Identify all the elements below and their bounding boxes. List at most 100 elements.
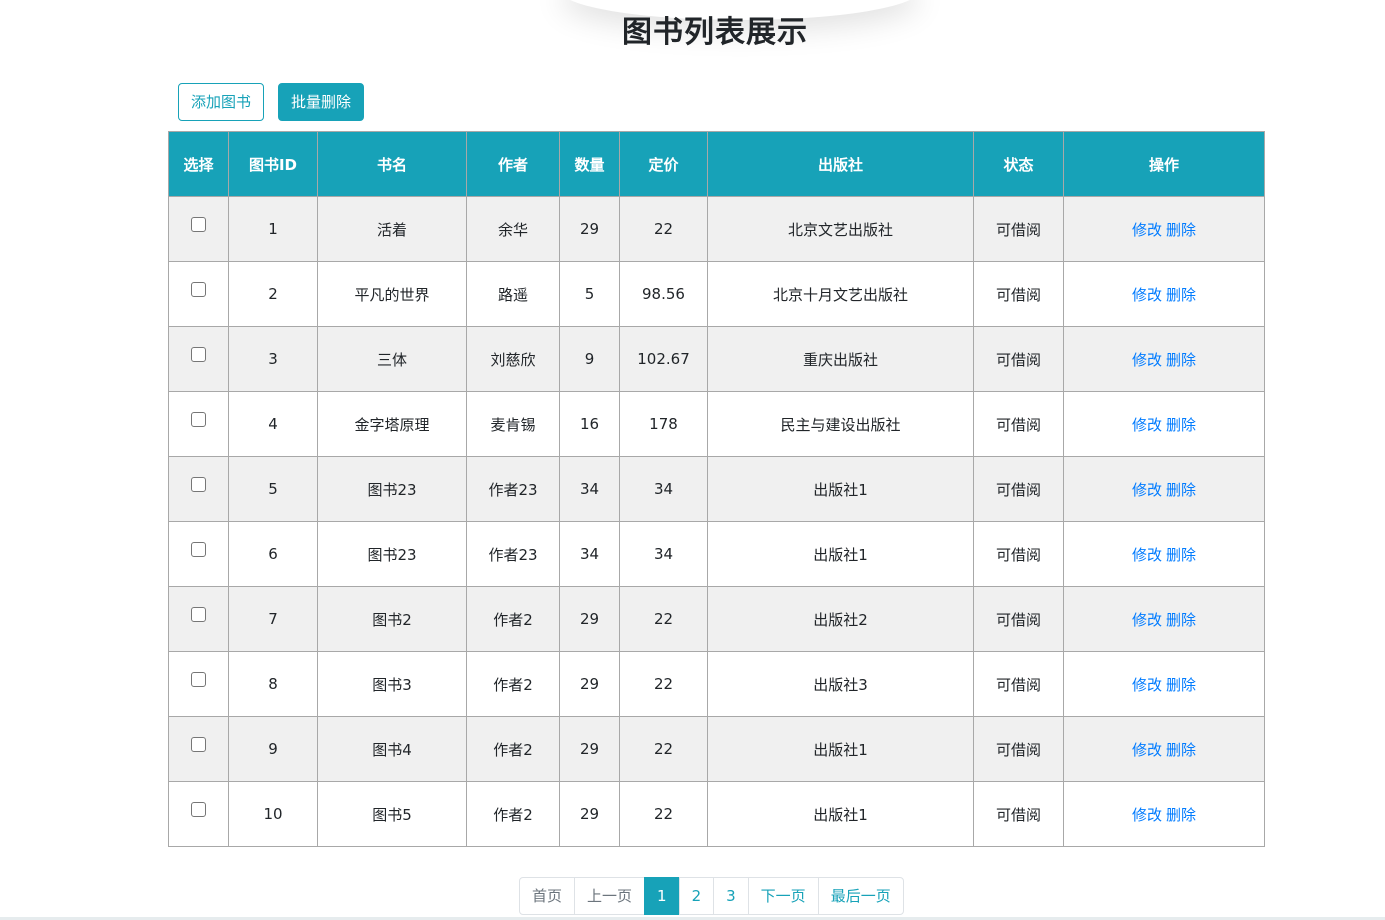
price-cell: 34 [619,456,708,522]
page-number-button[interactable]: 3 [713,877,749,915]
row-select-checkbox[interactable] [191,476,206,492]
delete-link[interactable]: 删除 [1166,806,1196,824]
book-id-cell: 4 [228,391,318,457]
select-cell [168,586,229,652]
count-cell: 29 [559,586,620,652]
row-select-checkbox[interactable] [191,281,206,297]
book-name-cell: 图书23 [317,521,467,587]
select-cell [168,391,229,457]
row-select-checkbox[interactable] [191,346,206,362]
page-number-button[interactable]: 1 [644,877,680,915]
delete-link[interactable]: 删除 [1166,286,1196,304]
table-row: 3 三体 刘慈欣 9 102.67 重庆出版社 可借阅 修改 删除 [168,326,1265,392]
select-cell [168,651,229,717]
price-cell: 34 [619,521,708,587]
page-next-button[interactable]: 下一页 [747,877,819,915]
actions-cell: 修改 删除 [1063,521,1265,587]
delete-link[interactable]: 删除 [1166,416,1196,434]
author-cell: 路遥 [466,261,560,327]
batch-delete-button[interactable]: 批量删除 [278,83,365,121]
select-cell [168,326,229,392]
publisher-cell: 北京文艺出版社 [707,196,974,262]
actions-cell: 修改 删除 [1063,391,1265,457]
actions-cell: 修改 删除 [1063,781,1265,847]
header-select: 选择 [168,131,229,197]
author-cell: 作者23 [466,456,560,522]
page-first-button[interactable]: 首页 [519,877,576,915]
delete-link[interactable]: 删除 [1166,741,1196,759]
price-cell: 22 [619,196,708,262]
delete-link[interactable]: 删除 [1166,546,1196,564]
status-cell: 可借阅 [973,781,1064,847]
row-select-checkbox[interactable] [191,411,206,427]
table-row: 1 活着 余华 29 22 北京文艺出版社 可借阅 修改 删除 [168,196,1265,262]
table-row: 10 图书5 作者2 29 22 出版社1 可借阅 修改 删除 [168,781,1265,847]
page-last-button[interactable]: 最后一页 [817,877,904,915]
book-name-cell: 三体 [317,326,467,392]
row-select-checkbox[interactable] [191,541,206,557]
book-id-cell: 7 [228,586,318,652]
status-cell: 可借阅 [973,326,1064,392]
row-select-checkbox[interactable] [191,606,206,622]
header-author: 作者 [466,131,560,197]
select-cell [168,261,229,327]
select-cell [168,781,229,847]
delete-link[interactable]: 删除 [1166,481,1196,499]
actions-cell: 修改 删除 [1063,716,1265,782]
publisher-cell: 出版社2 [707,586,974,652]
delete-link[interactable]: 删除 [1166,351,1196,369]
add-book-button[interactable]: 添加图书 [178,83,265,121]
row-select-checkbox[interactable] [191,736,206,752]
count-cell: 29 [559,781,620,847]
status-cell: 可借阅 [973,586,1064,652]
status-cell: 可借阅 [973,521,1064,587]
price-cell: 98.56 [619,261,708,327]
edit-link[interactable]: 修改 [1132,741,1162,759]
edit-link[interactable]: 修改 [1132,221,1162,239]
actions-cell: 修改 删除 [1063,261,1265,327]
book-id-cell: 6 [228,521,318,587]
delete-link[interactable]: 删除 [1166,611,1196,629]
book-id-cell: 8 [228,651,318,717]
row-select-checkbox[interactable] [191,216,206,232]
status-cell: 可借阅 [973,456,1064,522]
delete-link[interactable]: 删除 [1166,676,1196,694]
edit-link[interactable]: 修改 [1132,351,1162,369]
edit-link[interactable]: 修改 [1132,676,1162,694]
pagination: 首页 上一页 1 2 3 下一页 最后一页 [519,877,904,915]
edit-link[interactable]: 修改 [1132,481,1162,499]
toolbar: 添加图书 批量删除 [178,83,365,121]
table-row: 6 图书23 作者23 34 34 出版社1 可借阅 修改 删除 [168,521,1265,587]
page-number-button[interactable]: 2 [678,877,715,915]
edit-link[interactable]: 修改 [1132,416,1162,434]
page-prev-button[interactable]: 上一页 [574,877,646,915]
edit-link[interactable]: 修改 [1132,546,1162,564]
status-cell: 可借阅 [973,651,1064,717]
edit-link[interactable]: 修改 [1132,806,1162,824]
actions-cell: 修改 删除 [1063,196,1265,262]
row-select-checkbox[interactable] [191,671,206,687]
books-table: 选择 图书ID 书名 作者 数量 定价 出版社 状态 操作 1 活着 余华 29 22 北… [168,131,1265,847]
book-id-cell: 5 [228,456,318,522]
table-row: 2 平凡的世界 路遥 5 98.56 北京十月文艺出版社 可借阅 修改 删除 [168,261,1265,327]
row-select-checkbox[interactable] [191,801,206,817]
page: 图书列表展示 添加图书 批量删除 选择 图书ID 书名 作者 数量 定价 出版社 [0,0,1385,920]
delete-link[interactable]: 删除 [1166,221,1196,239]
price-cell: 22 [619,716,708,782]
select-cell [168,456,229,522]
actions-cell: 修改 删除 [1063,651,1265,717]
book-id-cell: 2 [228,261,318,327]
table-row: 5 图书23 作者23 34 34 出版社1 可借阅 修改 删除 [168,456,1265,522]
author-cell: 作者2 [466,651,560,717]
count-cell: 5 [559,261,620,327]
book-name-cell: 金字塔原理 [317,391,467,457]
edit-link[interactable]: 修改 [1132,611,1162,629]
publisher-cell: 出版社1 [707,781,974,847]
price-cell: 22 [619,586,708,652]
count-cell: 34 [559,521,620,587]
author-cell: 刘慈欣 [466,326,560,392]
count-cell: 9 [559,326,620,392]
edit-link[interactable]: 修改 [1132,286,1162,304]
count-cell: 16 [559,391,620,457]
author-cell: 作者2 [466,586,560,652]
